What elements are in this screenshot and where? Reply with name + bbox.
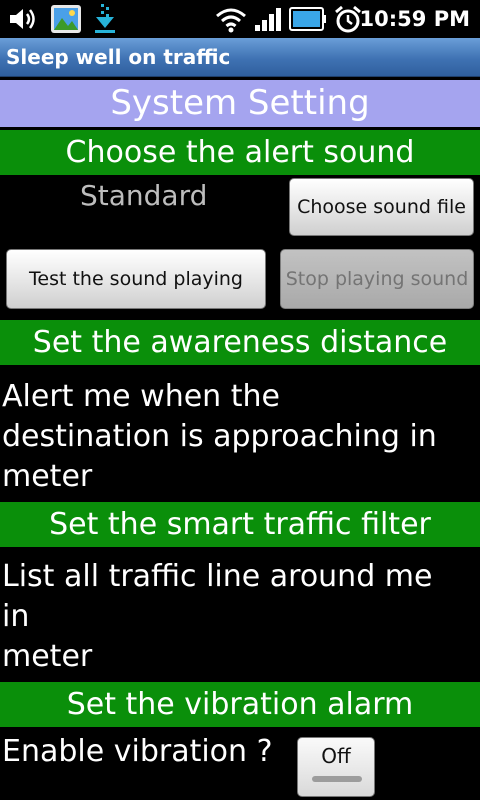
awareness-distance-header: Set the awareness distance <box>0 320 480 365</box>
test-sound-button[interactable]: Test the sound playing <box>6 249 266 309</box>
app-screen: 10:59 PM Sleep well on traffic System Se… <box>0 0 480 800</box>
choose-sound-file-button[interactable]: Choose sound file <box>289 178 474 236</box>
gallery-icon <box>51 5 81 33</box>
stop-sound-button[interactable]: Stop playing sound <box>280 249 474 309</box>
signal-icon <box>255 8 281 31</box>
download-icon <box>95 4 115 33</box>
awareness-distance-text: Alert me when the destination is approac… <box>2 379 437 494</box>
traffic-filter-text: List all traffic line around me in meter <box>2 559 433 674</box>
current-sound-value: Standard <box>80 179 208 212</box>
status-time: 10:59 PM <box>359 7 470 31</box>
battery-icon <box>289 7 326 31</box>
enable-vibration-label: Enable vibration ? <box>2 734 273 769</box>
status-bar: 10:59 PM <box>0 0 480 38</box>
volume-icon <box>10 9 35 29</box>
toggle-indicator <box>312 776 362 782</box>
alarm-icon <box>335 5 361 33</box>
app-title: Sleep well on traffic <box>6 45 231 69</box>
alert-sound-header: Choose the alert sound <box>0 130 480 175</box>
app-title-bar: Sleep well on traffic <box>0 38 480 77</box>
traffic-filter-header: Set the smart traffic filter <box>0 502 480 547</box>
vibration-toggle-state: Off <box>321 744 351 768</box>
wifi-icon <box>216 8 246 33</box>
page-title: System Setting <box>0 80 480 127</box>
vibration-alarm-header: Set the vibration alarm <box>0 682 480 727</box>
vibration-toggle-button[interactable]: Off <box>297 737 375 797</box>
